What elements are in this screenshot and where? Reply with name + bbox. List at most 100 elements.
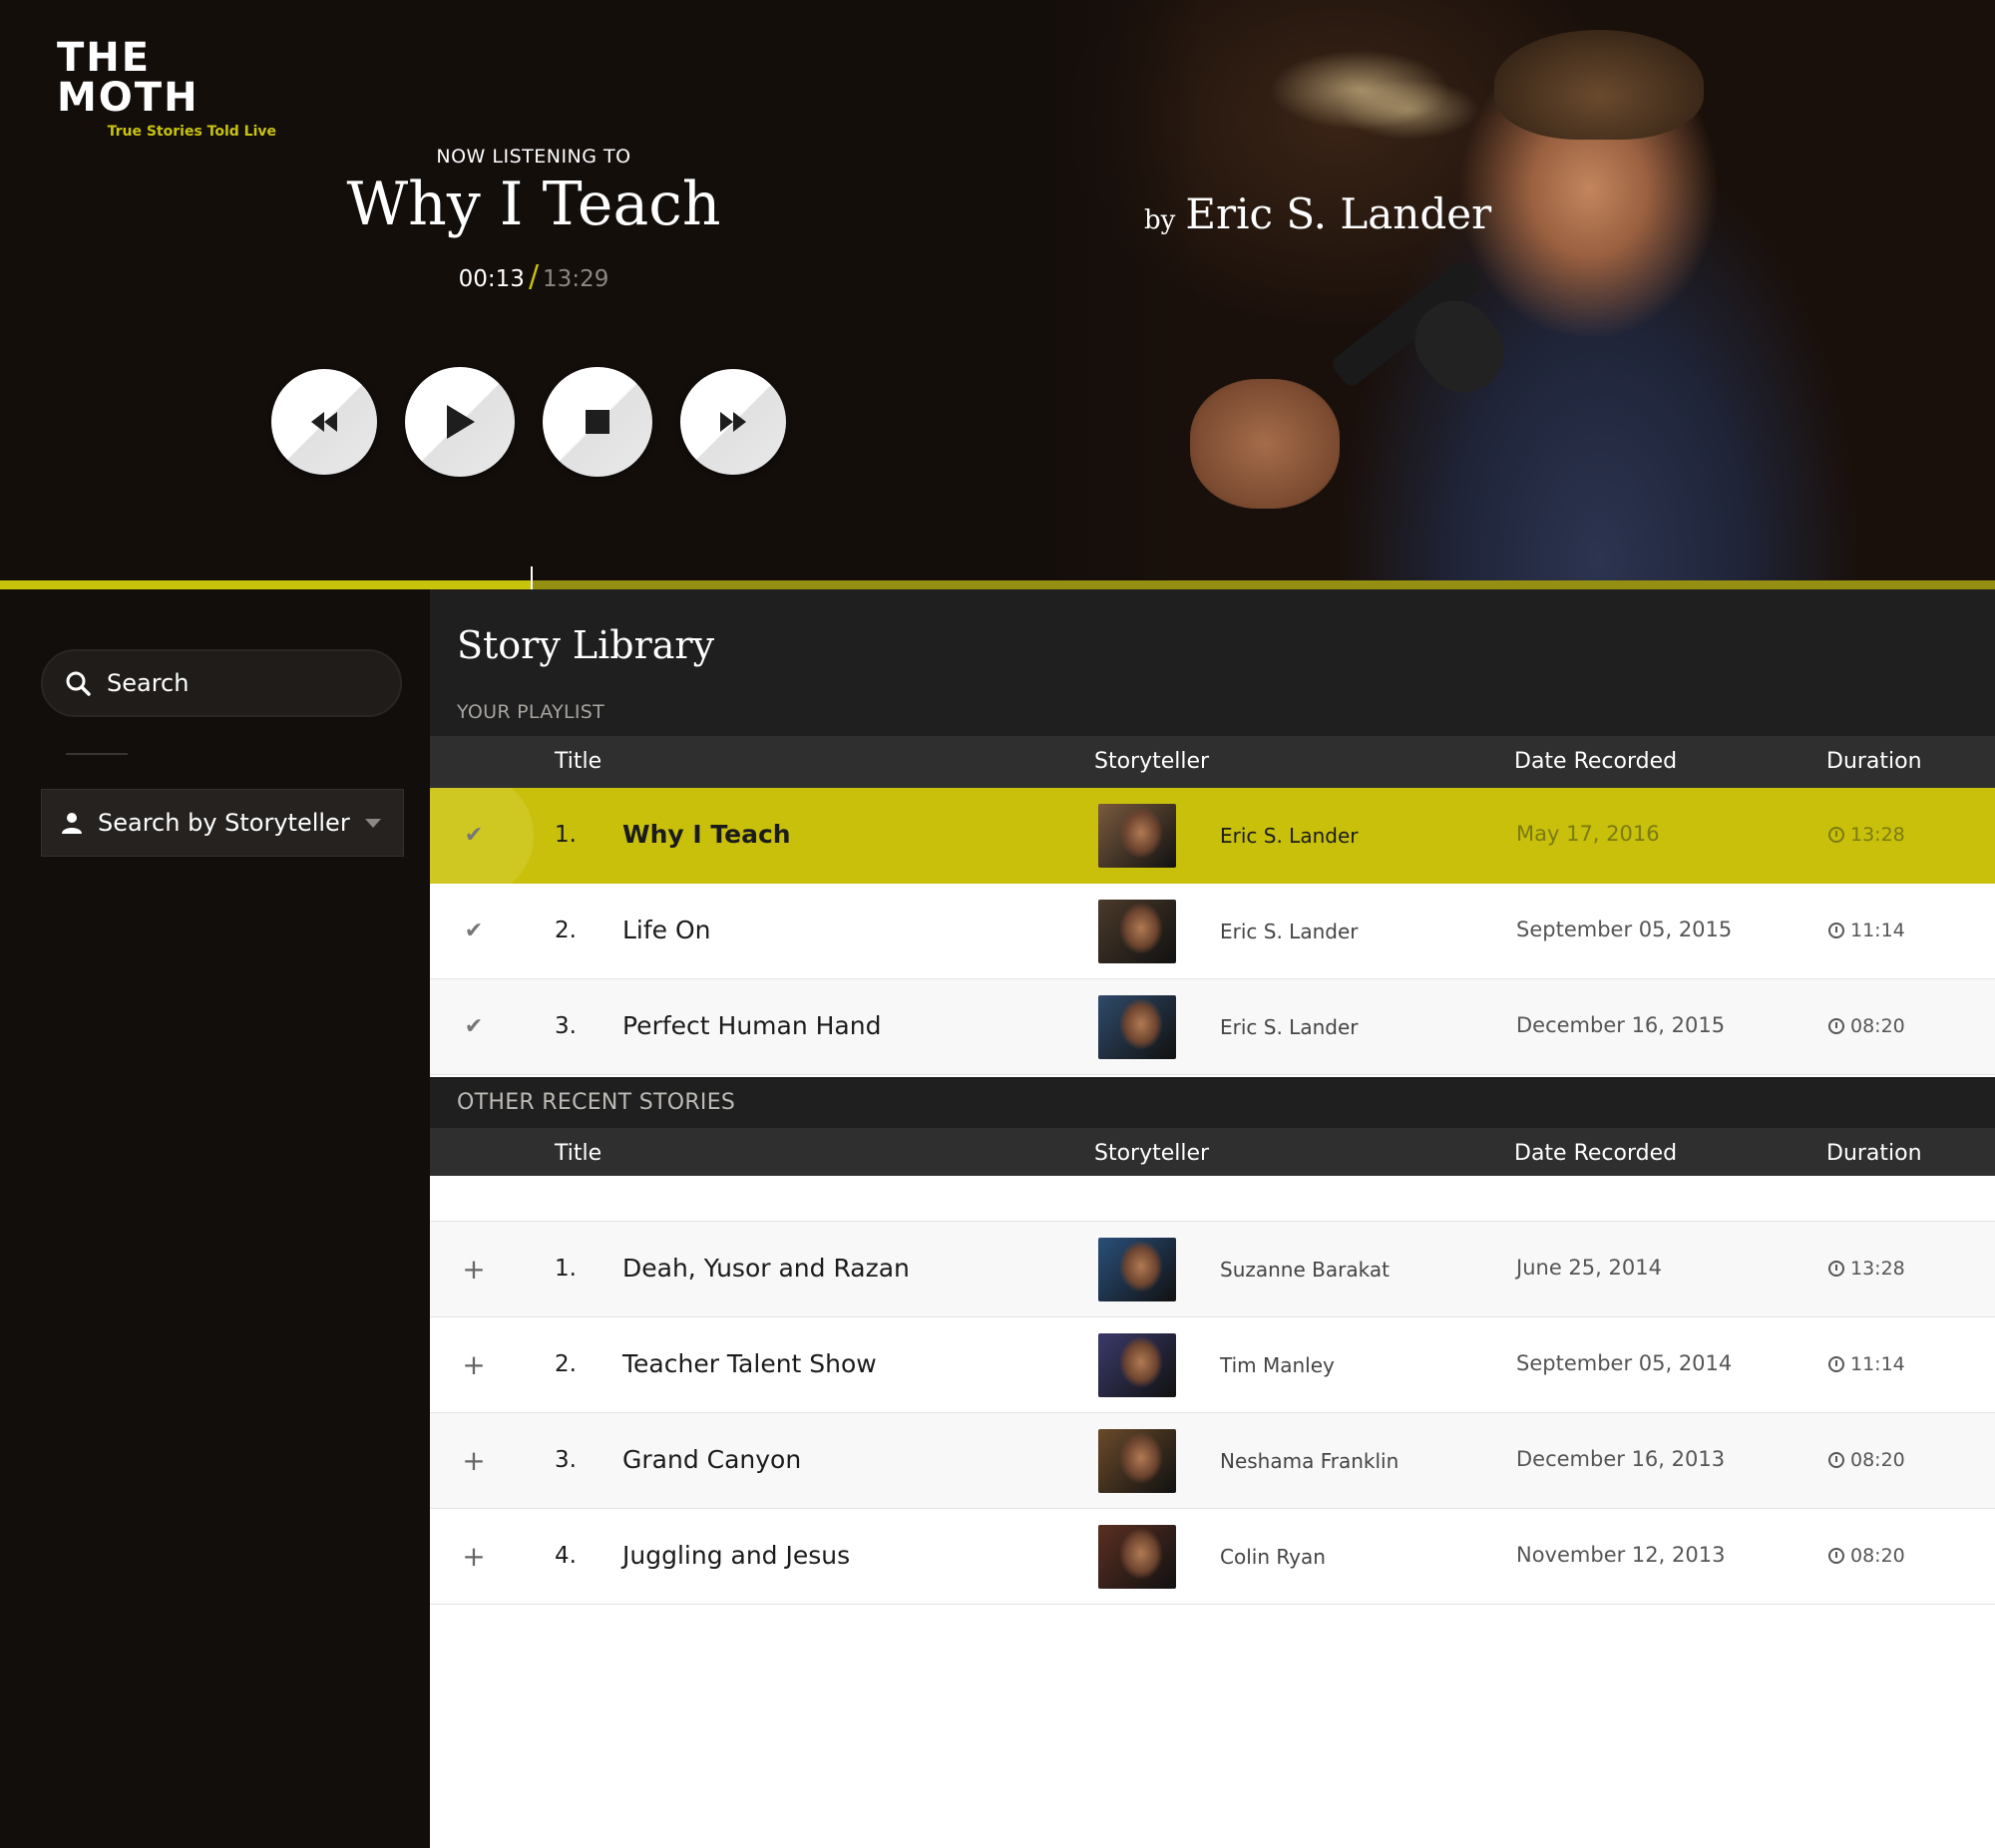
date-recorded: December 16, 2013 <box>1516 1447 1726 1471</box>
column-duration[interactable]: Duration <box>1826 1141 1922 1166</box>
add-to-playlist-icon[interactable]: + <box>462 1543 486 1571</box>
storyteller-name[interactable]: Colin Ryan <box>1220 1545 1326 1569</box>
search-box[interactable] <box>41 649 402 717</box>
chevron-down-icon <box>365 818 381 828</box>
story-title[interactable]: Perfect Human Hand <box>622 1011 881 1040</box>
clock-icon <box>1828 1261 1844 1277</box>
search-input[interactable] <box>107 669 366 697</box>
playback-controls <box>271 367 814 477</box>
column-duration[interactable]: Duration <box>1826 749 1922 774</box>
story-title[interactable]: Deah, Yusor and Razan <box>622 1254 910 1283</box>
logo-wordmark: THE MOTH <box>57 35 200 121</box>
playback-time: 00:13/13:29 <box>0 259 1067 294</box>
clock-icon <box>1828 1018 1844 1034</box>
other-section-label: OTHER RECENT STORIES <box>457 1090 736 1115</box>
column-storyteller[interactable]: Storyteller <box>1094 749 1209 774</box>
the-moth-logo[interactable]: THE MOTH True Stories Told Live <box>57 38 276 140</box>
search-icon <box>66 671 91 696</box>
library-header: Story Library YOUR PLAYLIST <box>430 589 1995 736</box>
storyteller-name[interactable]: Eric S. Lander <box>1220 824 1358 848</box>
storyteller-filter-label: Search by Storyteller <box>98 809 350 837</box>
library-title: Story Library <box>457 623 715 667</box>
column-storyteller[interactable]: Storyteller <box>1094 1141 1209 1166</box>
stop-button[interactable] <box>543 367 652 477</box>
fast-forward-icon <box>720 412 746 432</box>
storyteller-thumbnail <box>1098 1429 1176 1493</box>
other-column-header: Title Storyteller Date Recorded Duration <box>430 1128 1995 1180</box>
story-title[interactable]: Grand Canyon <box>622 1445 801 1474</box>
column-title[interactable]: Title <box>555 749 601 774</box>
duration: 08:20 <box>1828 1449 1905 1471</box>
table-row[interactable]: ✔ 3. Perfect Human Hand Eric S. Lander Decem… <box>430 979 1995 1075</box>
story-title[interactable]: Life On <box>622 916 711 944</box>
add-to-playlist-icon[interactable]: + <box>462 1351 486 1379</box>
table-row[interactable]: +2. Teacher Talent Show Tim Manley Septembe… <box>430 1317 1995 1413</box>
table-row-active[interactable]: ✔ 1. Why I Teach Eric S. Lander May 17, 2016… <box>430 788 1995 884</box>
date-recorded: May 17, 2016 <box>1516 822 1660 846</box>
column-date[interactable]: Date Recorded <box>1514 749 1677 774</box>
date-recorded: September 05, 2014 <box>1516 1351 1733 1375</box>
progress-fill <box>0 580 531 589</box>
duration-value: 11:14 <box>1850 920 1905 941</box>
storyteller-filter-dropdown[interactable]: Search by Storyteller <box>41 789 404 857</box>
clock-icon <box>1828 827 1844 843</box>
storyteller-credit: by Eric S. Lander <box>1144 189 1491 238</box>
storyteller-name[interactable]: Tim Manley <box>1220 1353 1335 1377</box>
duration: 08:20 <box>1828 1015 1905 1037</box>
playlist-section-label: YOUR PLAYLIST <box>457 701 605 723</box>
storyteller-photo <box>1040 0 1995 580</box>
row-number: 2. <box>555 1351 577 1377</box>
play-button[interactable] <box>405 367 515 477</box>
spacer-row <box>430 1176 1995 1222</box>
storyteller-thumbnail <box>1098 1238 1176 1301</box>
date-recorded: September 05, 2015 <box>1516 918 1733 941</box>
date-recorded: December 16, 2015 <box>1516 1013 1726 1037</box>
table-row[interactable]: ✔ 2. Life On Eric S. Lander September 05, 20… <box>430 884 1995 979</box>
table-row[interactable]: +1. Deah, Yusor and Razan Suzanne Barakat J… <box>430 1222 1995 1317</box>
duration: 11:14 <box>1828 1353 1905 1375</box>
clock-icon <box>1828 1452 1844 1468</box>
sidebar: Search by Storyteller <box>0 589 430 1848</box>
duration-value: 13:28 <box>1850 824 1905 846</box>
duration: 11:14 <box>1828 920 1905 941</box>
duration: 13:28 <box>1828 1258 1905 1280</box>
progress-handle[interactable] <box>531 566 533 589</box>
time-separator: / <box>528 259 540 294</box>
duration-value: 08:20 <box>1850 1545 1905 1567</box>
column-title[interactable]: Title <box>555 1141 601 1166</box>
story-title[interactable]: Juggling and Jesus <box>622 1541 850 1570</box>
storyteller-thumbnail <box>1098 995 1176 1059</box>
checkmark-icon[interactable]: ✔ <box>462 1015 486 1039</box>
clock-icon <box>1828 1548 1844 1564</box>
storyteller-name[interactable]: Suzanne Barakat <box>1220 1258 1390 1282</box>
by-label: by <box>1144 205 1176 235</box>
column-date[interactable]: Date Recorded <box>1514 1141 1677 1166</box>
story-title[interactable]: Why I Teach <box>622 820 791 849</box>
storyteller-thumbnail <box>1098 804 1176 868</box>
duration: 08:20 <box>1828 1545 1905 1567</box>
storyteller-name[interactable]: Neshama Franklin <box>1220 1449 1398 1473</box>
add-to-playlist-icon[interactable]: + <box>462 1256 486 1284</box>
table-row[interactable]: +4. Juggling and Jesus Colin Ryan November … <box>430 1509 1995 1605</box>
storyteller-name[interactable]: Eric S. Lander <box>1220 920 1358 943</box>
rewind-button[interactable] <box>271 369 377 475</box>
storyteller-name[interactable]: Eric S. Lander <box>1220 1015 1358 1039</box>
sidebar-divider <box>66 753 128 755</box>
fast-forward-button[interactable] <box>680 369 786 475</box>
story-title[interactable]: Teacher Talent Show <box>622 1349 877 1378</box>
table-row[interactable]: +3. Grand Canyon Neshama Franklin December … <box>430 1413 1995 1509</box>
duration-value: 13:28 <box>1850 1258 1905 1280</box>
playlist-column-header: Title Storyteller Date Recorded Duration <box>430 736 1995 788</box>
date-recorded: June 25, 2014 <box>1516 1256 1662 1280</box>
row-number: 4. <box>555 1543 577 1569</box>
storyteller-thumbnail <box>1098 1525 1176 1589</box>
storyteller-thumbnail <box>1098 900 1176 963</box>
stop-icon <box>586 410 609 434</box>
clock-icon <box>1828 923 1844 938</box>
add-to-playlist-icon[interactable]: + <box>462 1447 486 1475</box>
row-number: 1. <box>555 822 577 848</box>
checkmark-icon[interactable]: ✔ <box>462 824 486 848</box>
progress-bar[interactable] <box>0 566 1995 589</box>
checkmark-icon[interactable]: ✔ <box>462 920 486 943</box>
logo-tagline: True Stories Told Live <box>107 124 276 140</box>
